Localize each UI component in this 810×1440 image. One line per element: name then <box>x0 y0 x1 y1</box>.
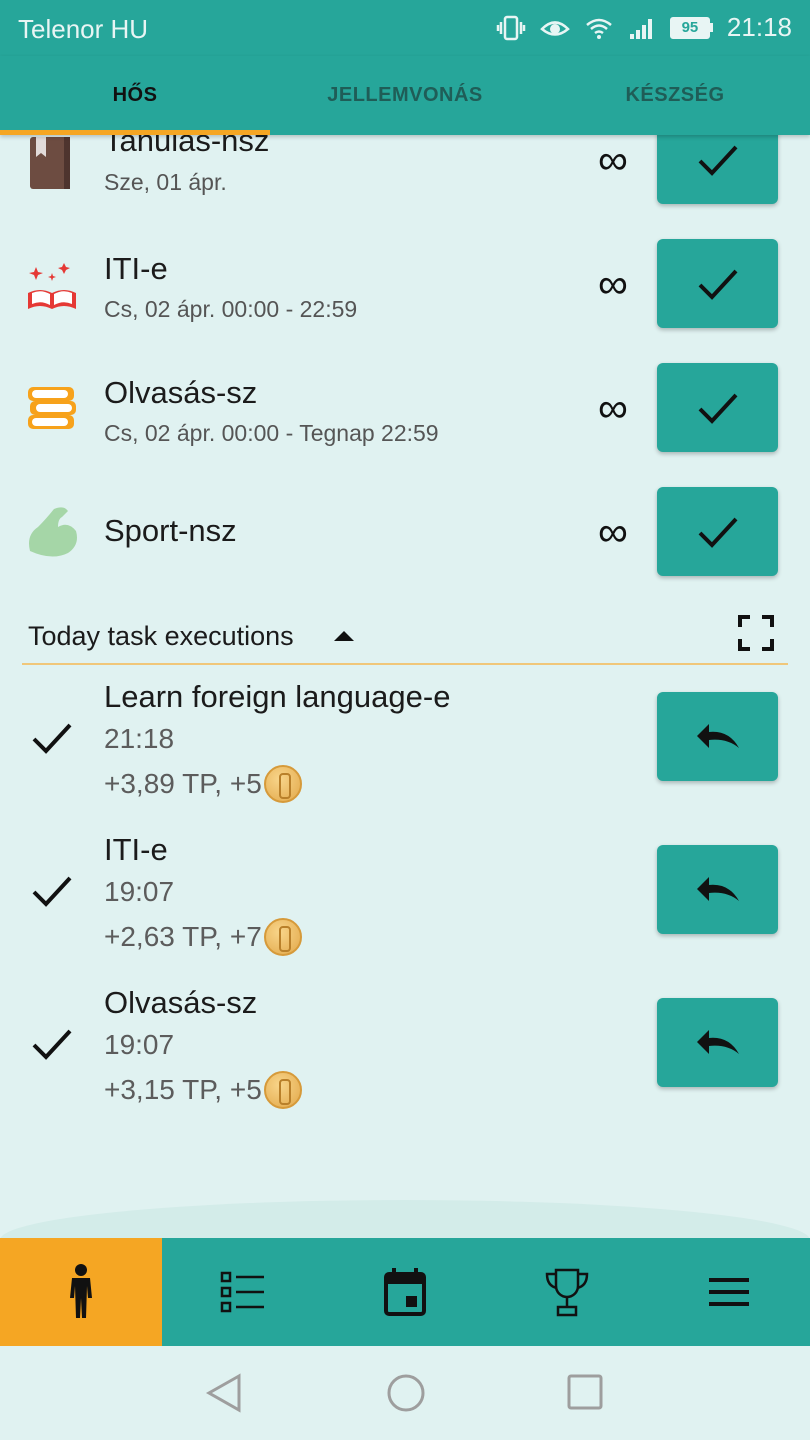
check-icon <box>30 1027 74 1066</box>
infinity-icon: ∞ <box>598 384 628 431</box>
book-icon <box>24 135 80 191</box>
check-icon <box>698 269 737 300</box>
carrier-name: Telenor HU <box>18 14 149 44</box>
wifi-icon <box>584 16 614 40</box>
task-row[interactable]: ITI-e Cs, 02 ápr. 00:00 - 22:59 ∞ <box>0 239 810 349</box>
task-row[interactable]: Tanulás-nsz Sze, 01 ápr. ∞ <box>0 135 810 225</box>
coin-icon <box>263 765 302 803</box>
infinity-icon: ∞ <box>598 508 628 555</box>
coin-icon <box>263 1071 302 1109</box>
executions-title: Today task executions <box>28 621 294 651</box>
coin-icon <box>263 918 302 956</box>
fullscreen-icon[interactable] <box>738 615 774 656</box>
system-navigation <box>0 1346 810 1440</box>
nav-hero[interactable] <box>0 1238 162 1346</box>
undo-button[interactable] <box>657 845 778 934</box>
undo-button[interactable] <box>657 692 778 781</box>
executions-header[interactable]: Today task executions <box>22 615 788 665</box>
signal-icon <box>628 16 656 40</box>
books-stack-icon <box>24 379 80 435</box>
task-content[interactable]: Tanulás-nsz Sze, 01 ápr. ∞ ITI-e Cs, 02 … <box>0 135 810 1215</box>
complete-button[interactable] <box>657 239 778 328</box>
bottom-navigation <box>0 1238 810 1346</box>
execution-row: ITI-e 19:07 +2,63 TP, +7 <box>0 832 810 972</box>
tab-indicator <box>0 130 270 135</box>
open-book-icon <box>24 259 80 315</box>
reward-text: +3,15 TP, +5 <box>104 1074 262 1105</box>
task-list-icon <box>220 1271 264 1313</box>
reward-text: +2,63 TP, +7 <box>104 921 262 952</box>
execution-time: 19:07 <box>104 876 175 907</box>
calendar-icon <box>384 1268 426 1316</box>
battery-level: 95 <box>669 16 710 39</box>
nav-achievements[interactable] <box>486 1238 648 1346</box>
execution-row: Olvasás-sz 19:07 +3,15 TP, +5 <box>0 985 810 1125</box>
task-title: Tanulás-nsz <box>104 135 270 158</box>
caret-up-icon[interactable] <box>332 629 356 648</box>
complete-button[interactable] <box>657 135 778 204</box>
execution-time: 21:18 <box>104 723 175 754</box>
undo-button[interactable] <box>657 998 778 1087</box>
status-icons: 95 21:18 <box>496 12 792 43</box>
infinity-icon: ∞ <box>598 136 628 183</box>
check-icon <box>30 721 74 760</box>
task-row[interactable]: Sport-nsz ∞ <box>0 487 810 597</box>
task-schedule: Cs, 02 ápr. 00:00 - Tegnap 22:59 <box>104 420 439 446</box>
eye-icon <box>540 16 570 40</box>
clock: 21:18 <box>726 12 792 42</box>
back-icon[interactable] <box>205 1373 243 1418</box>
execution-reward: +2,63 TP, +7 <box>104 918 302 956</box>
vibrate-icon <box>496 15 526 41</box>
check-icon <box>30 874 74 913</box>
muscle-icon <box>24 505 80 561</box>
reward-text: +3,89 TP, +5 <box>104 768 262 799</box>
execution-title: Olvasás-sz <box>104 985 258 1020</box>
task-title: ITI-e <box>104 251 168 286</box>
check-icon <box>698 145 737 176</box>
execution-reward: +3,15 TP, +5 <box>104 1071 302 1109</box>
task-title: Olvasás-sz <box>104 375 258 410</box>
task-row[interactable]: Olvasás-sz Cs, 02 ápr. 00:00 - Tegnap 22… <box>0 363 810 473</box>
trophy-icon <box>545 1268 589 1317</box>
undo-icon <box>696 723 739 748</box>
status-bar: Telenor HU 95 21:18 <box>0 0 810 56</box>
recent-apps-icon[interactable] <box>567 1373 603 1416</box>
task-title: Sport-nsz <box>104 513 237 548</box>
nav-tasks[interactable] <box>162 1238 324 1346</box>
execution-time: 19:07 <box>104 1029 175 1060</box>
battery-icon: 95 <box>669 16 713 39</box>
check-icon <box>698 517 737 548</box>
nav-calendar[interactable] <box>324 1238 486 1346</box>
menu-icon <box>709 1278 749 1306</box>
task-schedule: Sze, 01 ápr. <box>104 169 227 195</box>
undo-icon <box>696 876 739 901</box>
check-icon <box>698 393 737 424</box>
nav-menu[interactable] <box>648 1238 810 1346</box>
execution-title: Learn foreign language-e <box>104 679 451 714</box>
tab-bar: HŐS JELLEMVONÁS KÉSZSÉG <box>0 56 810 135</box>
home-icon[interactable] <box>386 1373 426 1418</box>
tab-trait[interactable]: JELLEMVONÁS <box>270 56 540 135</box>
complete-button[interactable] <box>657 487 778 576</box>
execution-reward: +3,89 TP, +5 <box>104 765 302 803</box>
hero-person-icon <box>70 1264 92 1318</box>
tab-skill[interactable]: KÉSZSÉG <box>540 56 810 135</box>
complete-button[interactable] <box>657 363 778 452</box>
task-schedule: Cs, 02 ápr. 00:00 - 22:59 <box>104 296 358 322</box>
tab-hero[interactable]: HŐS <box>0 56 270 135</box>
execution-row: Learn foreign language-e 21:18 +3,89 TP,… <box>0 679 810 819</box>
infinity-icon: ∞ <box>598 260 628 307</box>
undo-icon <box>696 1029 739 1054</box>
execution-title: ITI-e <box>104 832 168 867</box>
